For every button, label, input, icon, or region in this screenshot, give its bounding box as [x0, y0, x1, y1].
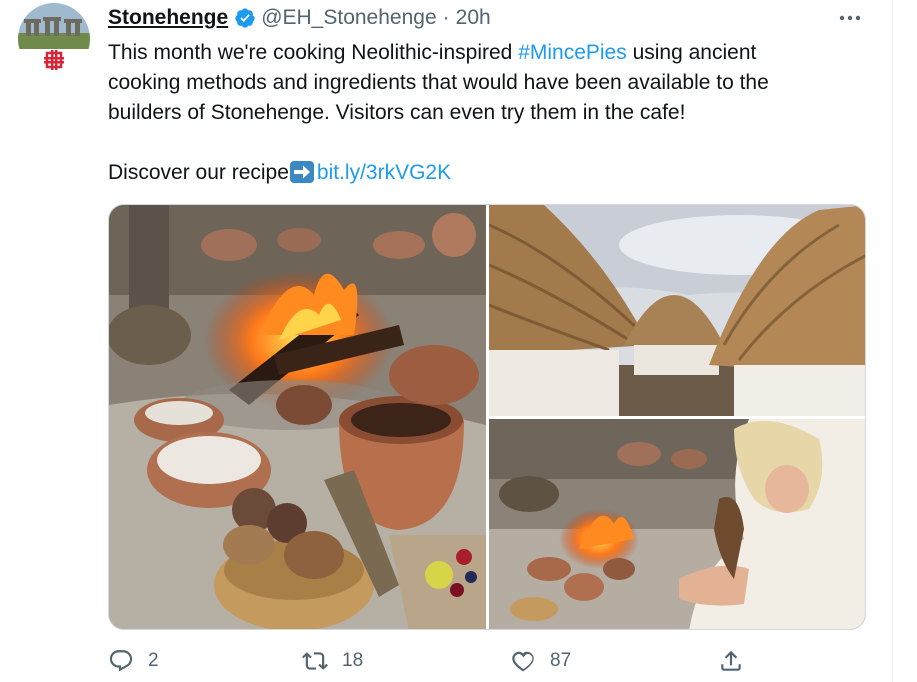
tweet-header: Stonehenge @EH_Stonehenge · 20h [108, 6, 491, 30]
share-button[interactable] [718, 648, 744, 674]
retweet-icon [302, 652, 328, 670]
retweet-count: 18 [342, 650, 364, 671]
woman-cooking-photo[interactable] [489, 419, 865, 629]
like-button[interactable]: 87 [510, 648, 571, 674]
roundhouses-photo[interactable] [489, 205, 865, 416]
author-name[interactable]: Stonehenge [108, 6, 228, 30]
separator-dot: · [442, 6, 450, 29]
discover-text: Discover our recipe [108, 161, 289, 184]
reply-count: 2 [148, 650, 159, 671]
tweet-actions: 2 18 87 [108, 648, 808, 680]
tweet-discover-line: Discover our recipe bit.ly/3rkVG2K [108, 158, 828, 188]
more-options-button[interactable] [835, 4, 865, 32]
share-icon [721, 650, 741, 671]
reply-button[interactable]: 2 [108, 648, 159, 674]
right-arrow-emoji-icon [289, 161, 314, 183]
verified-badge-icon [235, 8, 255, 28]
like-icon [512, 651, 534, 672]
tweet-body-part1: This month we're cooking Neolithic-inspi… [108, 41, 519, 64]
timestamp[interactable]: 20h [456, 6, 491, 30]
author-avatar[interactable] [18, 3, 90, 75]
more-icon [839, 15, 861, 21]
author-handle[interactable]: @EH_Stonehenge [261, 6, 436, 30]
retweet-button[interactable]: 18 [302, 648, 363, 674]
reply-icon [109, 650, 133, 672]
tweet-text: This month we're cooking Neolithic-inspi… [108, 38, 828, 188]
recipe-link[interactable]: bit.ly/3rkVG2K [317, 161, 451, 184]
hashtag-link[interactable]: #MincePies [518, 41, 627, 64]
tweet-body: This month we're cooking Neolithic-inspi… [108, 38, 828, 128]
like-count: 87 [550, 650, 572, 671]
timeline-border [892, 0, 893, 682]
media-grid [108, 204, 866, 630]
cooking-fire-photo[interactable] [109, 205, 486, 629]
